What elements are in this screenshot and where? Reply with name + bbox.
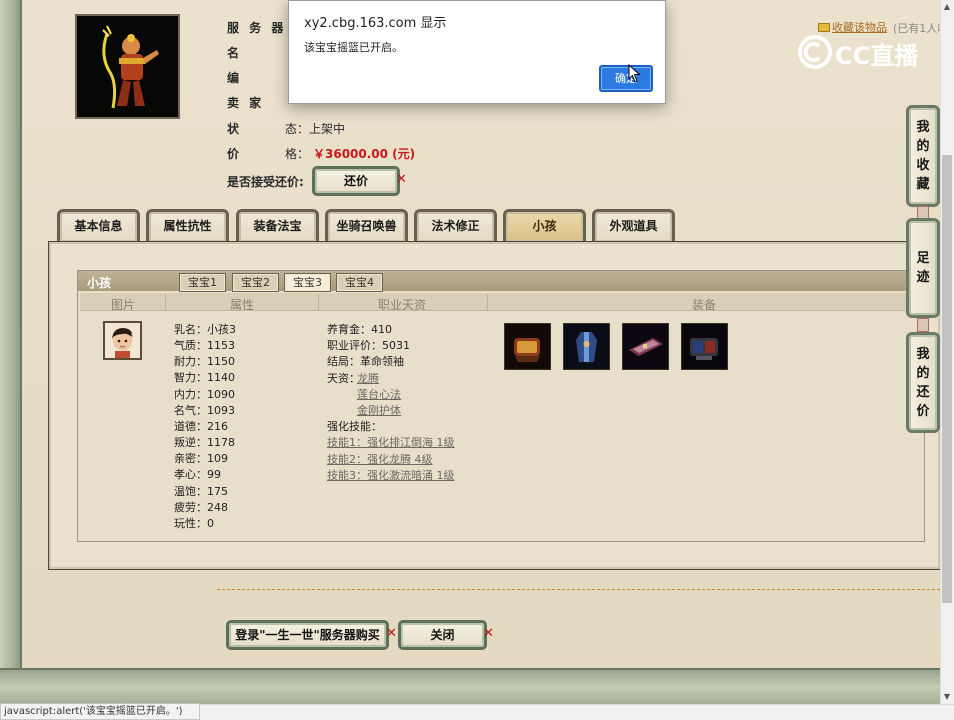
attr-morality: 道德：216 <box>174 420 228 433</box>
attr-intellect: 智力：1140 <box>174 371 235 384</box>
price-value: ￥36000.00 (元) <box>313 147 416 161</box>
equipment-slot-2-icon[interactable] <box>563 323 610 370</box>
tab-equipment[interactable]: 装备法宝 <box>236 209 319 242</box>
counter-offer-label: 是否接受还价: <box>227 175 304 189</box>
enhance-skill-link[interactable]: 技能2：强化龙腾 4级 <box>327 451 433 467</box>
login-buy-button[interactable]: 登录"一生一世"服务器购买 <box>226 620 389 650</box>
attr-stamina: 耐力：1150 <box>174 355 235 368</box>
column-divider <box>165 294 166 310</box>
sub-tab-baby-3[interactable]: 宝宝3 <box>284 273 331 292</box>
name-label: 名 <box>227 46 243 60</box>
price-value-label: 格： <box>285 147 310 161</box>
equipment-slot-1-icon[interactable] <box>504 323 551 370</box>
close-x-icon: ✕ <box>386 626 397 641</box>
career-enhance-label: 强化技能： <box>327 420 382 433</box>
enhance-skill-link[interactable]: 技能1：强化排江倒海 1级 <box>327 434 455 450</box>
folder-icon <box>818 23 830 32</box>
left-frame-edge <box>0 0 22 704</box>
bottom-frame-edge <box>0 668 940 704</box>
kid-panel-title: 小孩 <box>87 276 112 290</box>
scroll-down-arrow-icon[interactable]: ▼ <box>940 690 954 704</box>
enhance-skill-link[interactable]: 技能3：强化激流暗涌 1级 <box>327 467 455 483</box>
dialog-message: 该宝宝摇篮已开启。 <box>304 41 403 54</box>
side-footprints-button[interactable]: 足迹 <box>906 218 940 318</box>
talent-link[interactable]: 龙腾 <box>357 370 379 386</box>
character-avatar <box>75 14 180 119</box>
side-my-offers-button[interactable]: 我的还价 <box>906 332 940 433</box>
close-x-icon: ✕ <box>396 172 407 187</box>
side-connector <box>917 318 929 332</box>
career-ending: 结局：革命领袖 <box>327 355 404 368</box>
status-value: 态：上架中 <box>285 122 346 136</box>
equipment-slot-3-icon[interactable] <box>622 323 669 370</box>
talent-link[interactable]: 金刚护体 <box>357 402 401 418</box>
counter-offer-button[interactable]: 还价 <box>312 166 400 196</box>
sub-tab-baby-4[interactable]: 宝宝4 <box>336 273 383 292</box>
career-rating: 职业评价：5031 <box>327 339 410 352</box>
tab-children[interactable]: 小孩 <box>503 209 586 242</box>
attr-playfulness: 玩性：0 <box>174 517 214 530</box>
alert-dialog: xy2.cbg.163.com 显示 该宝宝摇篮已开启。 确定 <box>288 0 666 104</box>
brand-name: CC直播 <box>835 42 919 70</box>
sub-tab-baby-1[interactable]: 宝宝1 <box>179 273 226 292</box>
career-talent-label: 天资： <box>327 372 360 385</box>
attr-filial: 孝心：99 <box>174 468 221 481</box>
column-header-equipment: 装备 <box>692 298 717 312</box>
column-divider <box>487 294 488 310</box>
tab-spell-correction[interactable]: 法术修正 <box>414 209 497 242</box>
career-raising-gold: 养育金：410 <box>327 323 392 336</box>
attr-fatigue: 疲劳：248 <box>174 501 228 514</box>
dialog-title: xy2.cbg.163.com 显示 <box>304 16 447 31</box>
cc-logo-icon <box>798 35 832 69</box>
equipment-slot-4-icon[interactable] <box>681 323 728 370</box>
column-header-row <box>80 293 923 311</box>
attr-inner-power: 内力：1090 <box>174 388 235 401</box>
attr-fame: 名气：1093 <box>174 404 235 417</box>
column-divider <box>318 294 319 310</box>
attr-rebellion: 叛逆：1178 <box>174 436 235 449</box>
price-label: 价 <box>227 147 243 161</box>
add-favorite-label: 收藏该物品 <box>832 21 887 34</box>
tab-basic-info[interactable]: 基本信息 <box>57 209 140 242</box>
cc-live-logo: CC直播 <box>797 34 927 70</box>
column-header-career: 职业天资 <box>378 298 427 312</box>
status-label: 状 <box>227 122 243 136</box>
dialog-ok-button[interactable]: 确定 <box>599 65 653 92</box>
add-favorite-link[interactable]: 收藏该物品 <box>818 19 887 35</box>
tab-attributes[interactable]: 属性抗性 <box>146 209 229 242</box>
column-header-attributes: 属性 <box>230 298 255 312</box>
id-label: 编 <box>227 71 243 85</box>
attr-intimacy: 亲密：109 <box>174 452 228 465</box>
tab-appearance[interactable]: 外观道具 <box>592 209 675 242</box>
tab-mounts-pets[interactable]: 坐骑召唤兽 <box>325 209 408 242</box>
close-button[interactable]: 关闭 <box>398 620 487 650</box>
status-bar-url: javascript:alert('该宝宝摇篮已开启。') <box>0 703 200 720</box>
scroll-up-arrow-icon[interactable]: ▲ <box>940 0 954 14</box>
sub-tab-baby-2[interactable]: 宝宝2 <box>232 273 279 292</box>
column-header-image: 图片 <box>111 298 136 312</box>
kid-portrait <box>103 321 142 360</box>
scrollbar-thumb[interactable] <box>942 155 952 603</box>
side-my-favorites-button[interactable]: 我的收藏 <box>906 105 940 207</box>
close-x-icon: ✕ <box>483 626 494 641</box>
section-divider <box>217 589 940 590</box>
seller-label: 卖 家 <box>227 96 265 110</box>
talent-link[interactable]: 莲台心法 <box>357 386 401 402</box>
attr-nickname: 乳名：小孩3 <box>174 323 236 336</box>
attr-temperament: 气质：1153 <box>174 339 235 352</box>
attr-satiety: 温饱：175 <box>174 485 228 498</box>
mouse-cursor-icon <box>628 64 641 83</box>
